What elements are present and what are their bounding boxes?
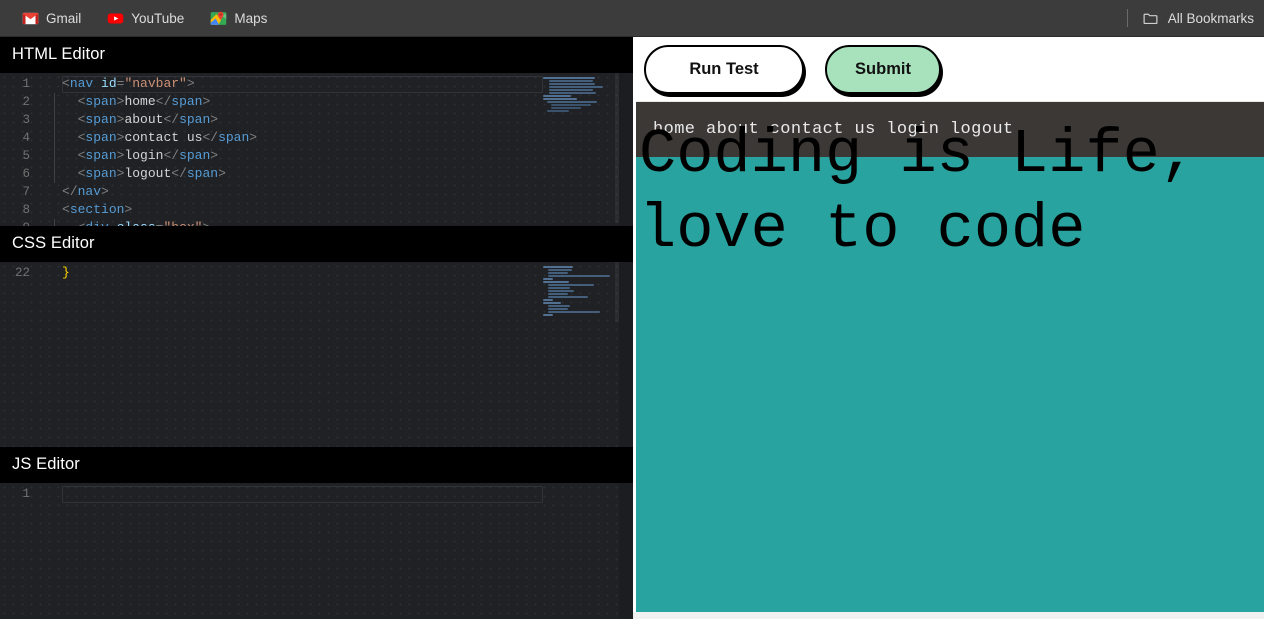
code-editor-column: HTML Editor 1 <nav id="navbar"> 2 <span>ho…	[0, 37, 633, 619]
code-line-text: <span>home</span>	[44, 93, 633, 111]
code-line-text: <nav id="navbar">	[62, 76, 195, 91]
folder-icon	[1142, 10, 1159, 27]
code-line: 9 <div class="box">	[0, 219, 633, 226]
code-line: 5 <span>login</span>	[0, 147, 633, 165]
line-number: 4	[22, 131, 30, 145]
code-line: 3 <span>about</span>	[0, 111, 633, 129]
code-line-text: <span>about</span>	[44, 111, 633, 129]
line-number: 2	[22, 95, 30, 109]
code-line-text: <span>logout</span>	[44, 165, 633, 183]
bookmark-youtube[interactable]: YouTube	[97, 4, 194, 32]
gmail-icon	[22, 10, 39, 27]
line-number: 1	[22, 77, 30, 91]
code-line: 6 <span>logout</span>	[0, 165, 633, 183]
youtube-icon	[107, 10, 124, 27]
code-line: 1	[0, 485, 633, 503]
js-editor-scrollbar[interactable]	[619, 483, 633, 619]
submit-button[interactable]: Submit	[825, 44, 941, 94]
code-line-text: }	[62, 265, 70, 280]
maps-icon	[210, 10, 227, 27]
css-editor-title: CSS Editor	[0, 226, 633, 262]
code-line: 22}	[0, 264, 633, 282]
js-editor-title: JS Editor	[0, 447, 633, 483]
action-bar: Run Test Submit	[633, 37, 1264, 101]
code-line-text	[44, 485, 633, 503]
code-line: 1 <nav id="navbar">	[0, 75, 633, 93]
code-line-text: <section>	[62, 202, 133, 217]
line-number: 1	[22, 487, 30, 501]
preview-bottom-strip	[633, 612, 1264, 619]
browser-bookmark-bar: Gmail YouTube Maps All Bookmarks	[0, 0, 1264, 37]
bookmark-maps[interactable]: Maps	[200, 4, 277, 32]
js-editor-code-area[interactable]: 1	[0, 483, 633, 619]
all-bookmarks-label: All Bookmarks	[1167, 10, 1254, 26]
css-editor-code-area[interactable]: 22}	[0, 262, 633, 447]
bookmark-label: Gmail	[46, 10, 82, 26]
css-code-lines: 22}	[0, 262, 633, 282]
code-line: 4 <span>contact us</span>	[0, 129, 633, 147]
bookmark-label: Maps	[234, 10, 268, 26]
preview-hero-text: Coding is Life, love to code	[639, 119, 1198, 265]
run-test-button[interactable]: Run Test	[644, 44, 804, 94]
code-line-text: <span>contact us</span>	[44, 129, 633, 147]
line-number: 22	[14, 266, 30, 280]
line-number: 6	[22, 167, 30, 181]
code-line-text: </nav>	[62, 184, 109, 199]
line-number: 5	[22, 149, 30, 163]
code-line-text: <div class="box">	[44, 219, 633, 226]
html-editor-title: HTML Editor	[0, 37, 633, 73]
line-number: 9	[0, 219, 44, 226]
code-line: 7 </nav>	[0, 183, 633, 201]
code-line-text: <span>login</span>	[44, 147, 633, 165]
preview-column: Run Test Submit home about contact us lo…	[633, 37, 1264, 619]
bookmark-label: YouTube	[131, 10, 185, 26]
html-editor-code-area[interactable]: 1 <nav id="navbar"> 2 <span>home</span> 3 <…	[0, 73, 633, 226]
html-editor-scrollbar[interactable]	[619, 73, 633, 226]
all-bookmarks-button[interactable]: All Bookmarks	[1138, 4, 1264, 32]
bookmark-gmail[interactable]: Gmail	[12, 4, 91, 32]
js-code-lines: 1	[0, 483, 633, 503]
line-number: 7	[22, 185, 30, 199]
code-line: 8 <section>	[0, 201, 633, 219]
preview-iframe: home about contact us login logout Codin…	[636, 101, 1264, 619]
css-editor-scrollbar[interactable]	[619, 262, 633, 447]
line-number: 8	[22, 203, 30, 217]
line-number: 3	[22, 113, 30, 127]
html-code-lines: 1 <nav id="navbar"> 2 <span>home</span> 3 <…	[0, 73, 633, 226]
code-line: 2 <span>home</span>	[0, 93, 633, 111]
bookmark-bar-divider	[1126, 9, 1128, 27]
